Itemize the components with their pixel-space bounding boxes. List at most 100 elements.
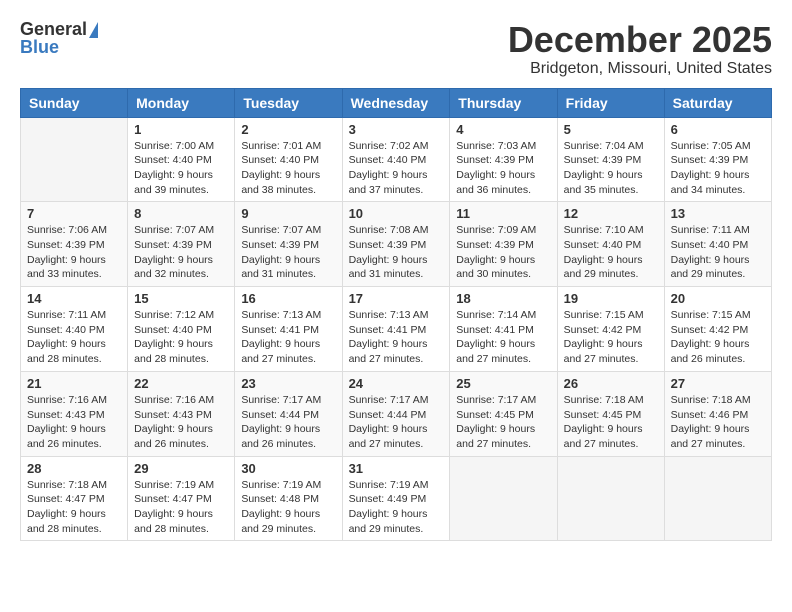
day-number: 8 <box>134 206 228 221</box>
day-info: Sunrise: 7:05 AMSunset: 4:39 PMDaylight:… <box>671 139 765 198</box>
day-number: 4 <box>456 122 550 137</box>
day-info: Sunrise: 7:07 AMSunset: 4:39 PMDaylight:… <box>134 223 228 282</box>
month-title: December 2025 <box>508 20 772 60</box>
day-number: 18 <box>456 291 550 306</box>
day-info: Sunrise: 7:17 AMSunset: 4:45 PMDaylight:… <box>456 393 550 452</box>
day-number: 17 <box>349 291 444 306</box>
day-info: Sunrise: 7:15 AMSunset: 4:42 PMDaylight:… <box>564 308 658 367</box>
weekday-header-monday: Monday <box>128 88 235 117</box>
calendar-cell: 6Sunrise: 7:05 AMSunset: 4:39 PMDaylight… <box>664 117 771 202</box>
calendar-cell: 2 Sunrise: 7:01 AMSunset: 4:40 PMDaylight… <box>235 117 342 202</box>
week-row-2: 7Sunrise: 7:06 AMSunset: 4:39 PMDaylight… <box>21 202 772 287</box>
calendar-cell: 28 Sunrise: 7:18 AMSunset: 4:47 PMDayligh… <box>21 456 128 541</box>
calendar-cell: 11 Sunrise: 7:09 AMSunset: 4:39 PMDayligh… <box>450 202 557 287</box>
day-number: 24 <box>349 376 444 391</box>
day-info: Sunrise: 7:08 AMSunset: 4:39 PMDaylight:… <box>349 223 444 282</box>
day-number: 16 <box>241 291 335 306</box>
day-info: Sunrise: 7:02 AMSunset: 4:40 PMDaylight:… <box>349 139 444 198</box>
day-number: 22 <box>134 376 228 391</box>
day-number: 12 <box>564 206 658 221</box>
calendar-cell: 18 Sunrise: 7:14 AMSunset: 4:41 PMDayligh… <box>450 287 557 372</box>
calendar-cell: 27Sunrise: 7:18 AMSunset: 4:46 PMDayligh… <box>664 371 771 456</box>
calendar-cell <box>450 456 557 541</box>
day-info: Sunrise: 7:17 AMSunset: 4:44 PMDaylight:… <box>241 393 335 452</box>
day-info: Sunrise: 7:09 AMSunset: 4:39 PMDaylight:… <box>456 223 550 282</box>
week-row-5: 28 Sunrise: 7:18 AMSunset: 4:47 PMDayligh… <box>21 456 772 541</box>
day-number: 5 <box>564 122 658 137</box>
calendar-cell: 8 Sunrise: 7:07 AMSunset: 4:39 PMDaylight… <box>128 202 235 287</box>
header: General Blue December 2025 Bridgeton, Mi… <box>20 20 772 78</box>
calendar-cell: 3 Sunrise: 7:02 AMSunset: 4:40 PMDaylight… <box>342 117 450 202</box>
day-info: Sunrise: 7:00 AMSunset: 4:40 PMDaylight:… <box>134 139 228 198</box>
day-info: Sunrise: 7:16 AMSunset: 4:43 PMDaylight:… <box>27 393 121 452</box>
day-info: Sunrise: 7:16 AMSunset: 4:43 PMDaylight:… <box>134 393 228 452</box>
day-info: Sunrise: 7:13 AMSunset: 4:41 PMDaylight:… <box>349 308 444 367</box>
calendar-cell <box>557 456 664 541</box>
weekday-header-row: SundayMondayTuesdayWednesdayThursdayFrid… <box>21 88 772 117</box>
day-number: 7 <box>27 206 121 221</box>
calendar-cell: 4Sunrise: 7:03 AMSunset: 4:39 PMDaylight… <box>450 117 557 202</box>
calendar-cell: 26 Sunrise: 7:18 AMSunset: 4:45 PMDayligh… <box>557 371 664 456</box>
calendar-cell: 10 Sunrise: 7:08 AMSunset: 4:39 PMDayligh… <box>342 202 450 287</box>
day-info: Sunrise: 7:07 AMSunset: 4:39 PMDaylight:… <box>241 223 335 282</box>
day-info: Sunrise: 7:10 AMSunset: 4:40 PMDaylight:… <box>564 223 658 282</box>
calendar-cell <box>21 117 128 202</box>
day-number: 23 <box>241 376 335 391</box>
calendar-cell: 7Sunrise: 7:06 AMSunset: 4:39 PMDaylight… <box>21 202 128 287</box>
day-info: Sunrise: 7:13 AMSunset: 4:41 PMDaylight:… <box>241 308 335 367</box>
logo-general: General <box>20 20 98 38</box>
day-info: Sunrise: 7:18 AMSunset: 4:47 PMDaylight:… <box>27 478 121 537</box>
day-number: 10 <box>349 206 444 221</box>
day-number: 25 <box>456 376 550 391</box>
calendar-cell: 14Sunrise: 7:11 AMSunset: 4:40 PMDayligh… <box>21 287 128 372</box>
day-number: 3 <box>349 122 444 137</box>
day-number: 1 <box>134 122 228 137</box>
week-row-1: 1 Sunrise: 7:00 AMSunset: 4:40 PMDaylight… <box>21 117 772 202</box>
week-row-4: 21 Sunrise: 7:16 AMSunset: 4:43 PMDayligh… <box>21 371 772 456</box>
day-number: 19 <box>564 291 658 306</box>
day-number: 2 <box>241 122 335 137</box>
day-number: 29 <box>134 461 228 476</box>
day-info: Sunrise: 7:11 AMSunset: 4:40 PMDaylight:… <box>671 223 765 282</box>
calendar-cell: 12 Sunrise: 7:10 AMSunset: 4:40 PMDayligh… <box>557 202 664 287</box>
logo-blue: Blue <box>20 38 98 56</box>
weekday-header-wednesday: Wednesday <box>342 88 450 117</box>
calendar-cell: 19 Sunrise: 7:15 AMSunset: 4:42 PMDayligh… <box>557 287 664 372</box>
weekday-header-tuesday: Tuesday <box>235 88 342 117</box>
location-title: Bridgeton, Missouri, United States <box>508 60 772 78</box>
day-info: Sunrise: 7:19 AMSunset: 4:48 PMDaylight:… <box>241 478 335 537</box>
calendar-cell: 9 Sunrise: 7:07 AMSunset: 4:39 PMDaylight… <box>235 202 342 287</box>
calendar-cell: 22 Sunrise: 7:16 AMSunset: 4:43 PMDayligh… <box>128 371 235 456</box>
day-info: Sunrise: 7:19 AMSunset: 4:49 PMDaylight:… <box>349 478 444 537</box>
day-info: Sunrise: 7:18 AMSunset: 4:45 PMDaylight:… <box>564 393 658 452</box>
calendar-cell: 21 Sunrise: 7:16 AMSunset: 4:43 PMDayligh… <box>21 371 128 456</box>
calendar-cell <box>664 456 771 541</box>
day-info: Sunrise: 7:17 AMSunset: 4:44 PMDaylight:… <box>349 393 444 452</box>
calendar-cell: 17 Sunrise: 7:13 AMSunset: 4:41 PMDayligh… <box>342 287 450 372</box>
day-number: 15 <box>134 291 228 306</box>
calendar-cell: 20Sunrise: 7:15 AMSunset: 4:42 PMDayligh… <box>664 287 771 372</box>
day-number: 26 <box>564 376 658 391</box>
day-number: 11 <box>456 206 550 221</box>
day-info: Sunrise: 7:12 AMSunset: 4:40 PMDaylight:… <box>134 308 228 367</box>
calendar-cell: 15 Sunrise: 7:12 AMSunset: 4:40 PMDayligh… <box>128 287 235 372</box>
week-row-3: 14Sunrise: 7:11 AMSunset: 4:40 PMDayligh… <box>21 287 772 372</box>
day-info: Sunrise: 7:14 AMSunset: 4:41 PMDaylight:… <box>456 308 550 367</box>
calendar-cell: 23 Sunrise: 7:17 AMSunset: 4:44 PMDayligh… <box>235 371 342 456</box>
day-info: Sunrise: 7:01 AMSunset: 4:40 PMDaylight:… <box>241 139 335 198</box>
calendar-cell: 25 Sunrise: 7:17 AMSunset: 4:45 PMDayligh… <box>450 371 557 456</box>
day-number: 20 <box>671 291 765 306</box>
weekday-header-sunday: Sunday <box>21 88 128 117</box>
day-number: 9 <box>241 206 335 221</box>
calendar-table: SundayMondayTuesdayWednesdayThursdayFrid… <box>20 88 772 542</box>
day-info: Sunrise: 7:18 AMSunset: 4:46 PMDaylight:… <box>671 393 765 452</box>
logo: General Blue <box>20 20 98 56</box>
day-number: 21 <box>27 376 121 391</box>
day-number: 28 <box>27 461 121 476</box>
calendar-cell: 5Sunrise: 7:04 AMSunset: 4:39 PMDaylight… <box>557 117 664 202</box>
calendar-cell: 29Sunrise: 7:19 AMSunset: 4:47 PMDayligh… <box>128 456 235 541</box>
calendar-cell: 30 Sunrise: 7:19 AMSunset: 4:48 PMDayligh… <box>235 456 342 541</box>
title-area: December 2025 Bridgeton, Missouri, Unite… <box>508 20 772 78</box>
calendar-cell: 24 Sunrise: 7:17 AMSunset: 4:44 PMDayligh… <box>342 371 450 456</box>
day-number: 30 <box>241 461 335 476</box>
